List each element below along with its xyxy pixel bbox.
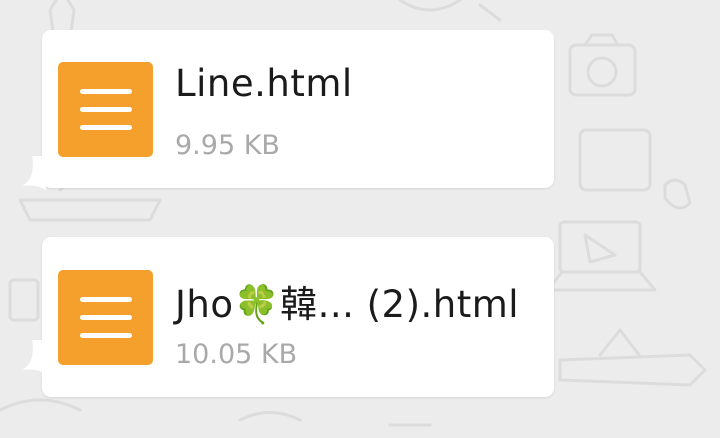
document-lines-icon[interactable] (58, 270, 153, 365)
file-name[interactable]: Line.html (175, 62, 353, 105)
file-size: 10.05 KB (175, 339, 298, 370)
icon-line (80, 89, 132, 94)
icon-line (80, 297, 132, 302)
file-name[interactable]: Jho🍀韓... (2).html (175, 274, 519, 328)
icon-line (80, 125, 132, 130)
icon-line (80, 315, 132, 320)
bubble-tail (22, 340, 46, 374)
file-size: 9.95 KB (175, 130, 280, 161)
file-message-bubble[interactable]: Line.html 9.95 KB (22, 30, 554, 190)
file-message-bubble[interactable]: Jho🍀韓... (2).html 10.05 KB (22, 237, 554, 397)
document-lines-icon[interactable] (58, 62, 153, 157)
icon-line (80, 333, 132, 338)
icon-line (80, 107, 132, 112)
bubble-tail (22, 156, 46, 190)
